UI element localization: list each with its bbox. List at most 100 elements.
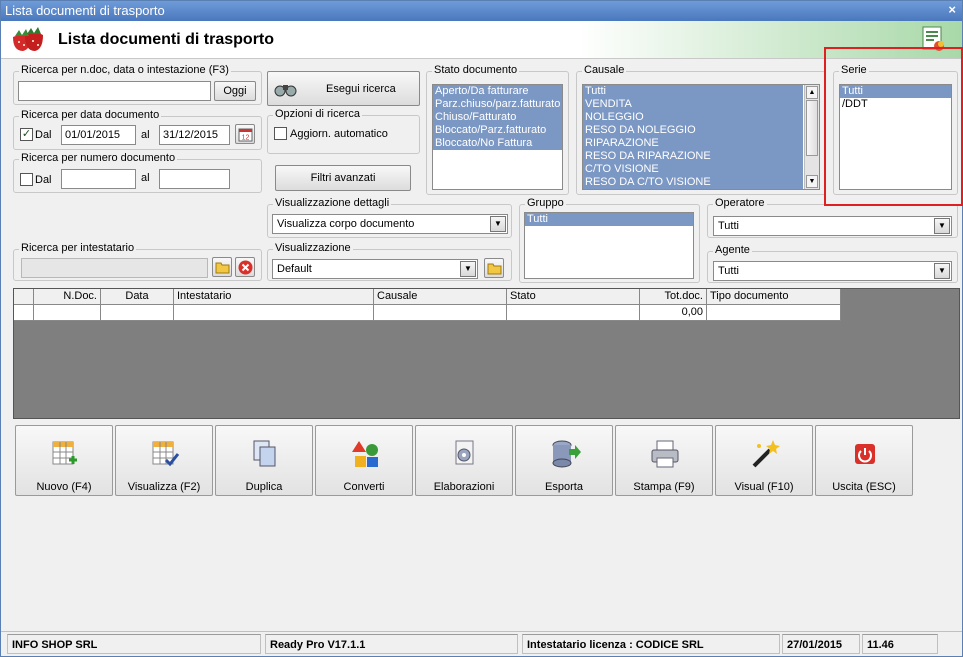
stampa-button[interactable]: Stampa (F9): [615, 425, 713, 496]
action-label: Duplica: [245, 481, 283, 493]
date-to-input[interactable]: 31/12/2015: [159, 125, 230, 145]
action-label: Elaborazioni: [433, 481, 495, 493]
list-item[interactable]: RIPARAZIONE: [583, 137, 803, 150]
list-item[interactable]: RESO DA NOLEGGIO: [583, 124, 803, 137]
number-al-label: al: [141, 172, 150, 184]
view-select[interactable]: Default ▼: [272, 259, 478, 279]
search-number-group: Ricerca per numero documento Dal al: [13, 152, 262, 193]
chevron-down-icon[interactable]: ▼: [934, 218, 950, 234]
list-item[interactable]: NOLEGGIO: [583, 111, 803, 124]
table-cell: [101, 305, 174, 321]
serie-list[interactable]: Tutti/DDT: [839, 84, 952, 190]
document-status-group: Stato documento Aperto/Da fatturare Parz.…: [426, 64, 569, 195]
status-date: 27/01/2015: [782, 634, 860, 654]
action-label: Visual (F10): [734, 481, 794, 493]
group-list[interactable]: Tutti: [524, 212, 694, 279]
scroll-down-icon[interactable]: ▼: [806, 175, 818, 188]
action-label: Nuovo (F4): [36, 481, 92, 493]
elaborazioni-button[interactable]: Elaborazioni: [415, 425, 513, 496]
execute-search-button[interactable]: Esegui ricerca: [267, 71, 420, 106]
list-item[interactable]: Aperto/Da fatturare: [433, 85, 562, 98]
search-date-group: Ricerca per data documento ✓ Dal 01/01/2…: [13, 109, 262, 150]
documents-table[interactable]: N.Doc. Data Intestatario Causale Stato Tot.do…: [13, 288, 960, 419]
esporta-button[interactable]: Esporta: [515, 425, 613, 496]
holder-browse-button[interactable]: [212, 257, 232, 277]
serie-group: Serie Tutti/DDT: [833, 64, 958, 195]
number-to-input[interactable]: [159, 169, 230, 189]
causale-scrollbar[interactable]: ▲ ▼: [804, 85, 819, 189]
search-text-input[interactable]: [18, 81, 211, 101]
list-item[interactable]: Bloccato/Parz.fatturato: [433, 124, 562, 137]
nuovo-button[interactable]: Nuovo (F4): [15, 425, 113, 496]
uscita-button[interactable]: Uscita (ESC): [815, 425, 913, 496]
agent-select[interactable]: Tutti ▼: [713, 261, 952, 281]
chevron-down-icon[interactable]: ▼: [934, 263, 950, 279]
advanced-filters-button[interactable]: Filtri avanzati: [275, 165, 411, 191]
date-from-input[interactable]: 01/01/2015: [61, 125, 136, 145]
chevron-down-icon[interactable]: ▼: [460, 261, 476, 277]
column-header[interactable]: Data: [101, 289, 174, 305]
table-cell: 0,00: [640, 305, 707, 321]
list-item[interactable]: Chiuso/Fatturato: [433, 111, 562, 124]
detail-view-select[interactable]: Visualizza corpo documento ▼: [272, 214, 508, 234]
status-license: Intestatario licenza : CODICE SRL: [522, 634, 780, 654]
list-item[interactable]: Parz.chiuso/parz.fatturato: [433, 98, 562, 111]
column-header[interactable]: Causale: [374, 289, 507, 305]
list-item[interactable]: Tutti: [583, 85, 803, 98]
today-button[interactable]: Oggi: [214, 81, 256, 101]
number-from-input[interactable]: [61, 169, 136, 189]
list-item[interactable]: Bloccato/No Fattura: [433, 137, 562, 150]
table-row[interactable]: 0,00: [14, 305, 841, 321]
operator-select[interactable]: Tutti ▼: [713, 216, 952, 236]
column-header[interactable]: N.Doc.: [34, 289, 101, 305]
column-header[interactable]: Stato: [507, 289, 640, 305]
column-header[interactable]: Tot.doc.: [640, 289, 707, 305]
calendar-button[interactable]: 12: [235, 124, 255, 144]
printer-icon: [651, 440, 679, 468]
action-label: Visualizza (F2): [127, 481, 201, 493]
duplica-button[interactable]: Duplica: [215, 425, 313, 496]
holder-search-label: Ricerca per intestatario: [19, 242, 137, 254]
close-icon[interactable]: ×: [948, 2, 956, 17]
column-header[interactable]: Intestatario: [174, 289, 374, 305]
action-label: Stampa (F9): [633, 481, 695, 493]
date-dal-checkbox[interactable]: ✓: [20, 128, 33, 141]
list-item[interactable]: RESO DA RIPARAZIONE: [583, 150, 803, 163]
document-status-list[interactable]: Aperto/Da fatturare Parz.chiuso/parz.fatt…: [432, 84, 563, 190]
number-dal-checkbox[interactable]: [20, 173, 33, 186]
title-bar: Lista documenti di trasporto ×: [1, 1, 962, 21]
scroll-thumb[interactable]: [806, 100, 818, 156]
causale-label: Causale: [582, 64, 627, 76]
serie-label: Serie: [839, 64, 869, 76]
table-cell: [14, 305, 34, 321]
auto-update-checkbox[interactable]: [274, 127, 287, 140]
column-header[interactable]: [14, 289, 34, 305]
group-filter-group: Gruppo Tutti: [519, 197, 700, 283]
table-cell: [707, 305, 841, 321]
causale-group: Causale Tutti VENDITA NOLEGGIO RESO DA NOLE…: [576, 64, 826, 195]
list-item[interactable]: Tutti: [840, 85, 951, 98]
folder-open-icon: [487, 263, 502, 275]
database-export-icon: [552, 440, 581, 468]
visual-button[interactable]: Visual (F10): [715, 425, 813, 496]
strawberry-logo-icon: [13, 27, 43, 51]
search-number-label: Ricerca per numero documento: [19, 152, 178, 164]
converti-button[interactable]: Converti: [315, 425, 413, 496]
chevron-down-icon[interactable]: ▼: [490, 216, 506, 232]
visualizza-button[interactable]: Visualizza (F2): [115, 425, 213, 496]
holder-search-input[interactable]: [21, 258, 208, 278]
scroll-up-icon[interactable]: ▲: [806, 86, 818, 99]
holder-clear-button[interactable]: [235, 257, 255, 277]
list-item[interactable]: C/TO VISIONE: [583, 163, 803, 176]
causale-list[interactable]: Tutti VENDITA NOLEGGIO RESO DA NOLEGGIO RIPA…: [582, 84, 820, 190]
report-list-icon[interactable]: [922, 25, 946, 53]
list-item[interactable]: Tutti: [525, 213, 693, 226]
list-item[interactable]: VENDITA: [583, 98, 803, 111]
view-browse-button[interactable]: [484, 258, 504, 278]
column-header[interactable]: Tipo documento: [707, 289, 841, 305]
view-value: Default: [277, 263, 312, 275]
table-cell: [374, 305, 507, 321]
binoculars-icon: [274, 85, 297, 97]
list-item[interactable]: /DDT: [840, 98, 951, 111]
list-item[interactable]: RESO DA C/TO VISIONE: [583, 176, 803, 189]
